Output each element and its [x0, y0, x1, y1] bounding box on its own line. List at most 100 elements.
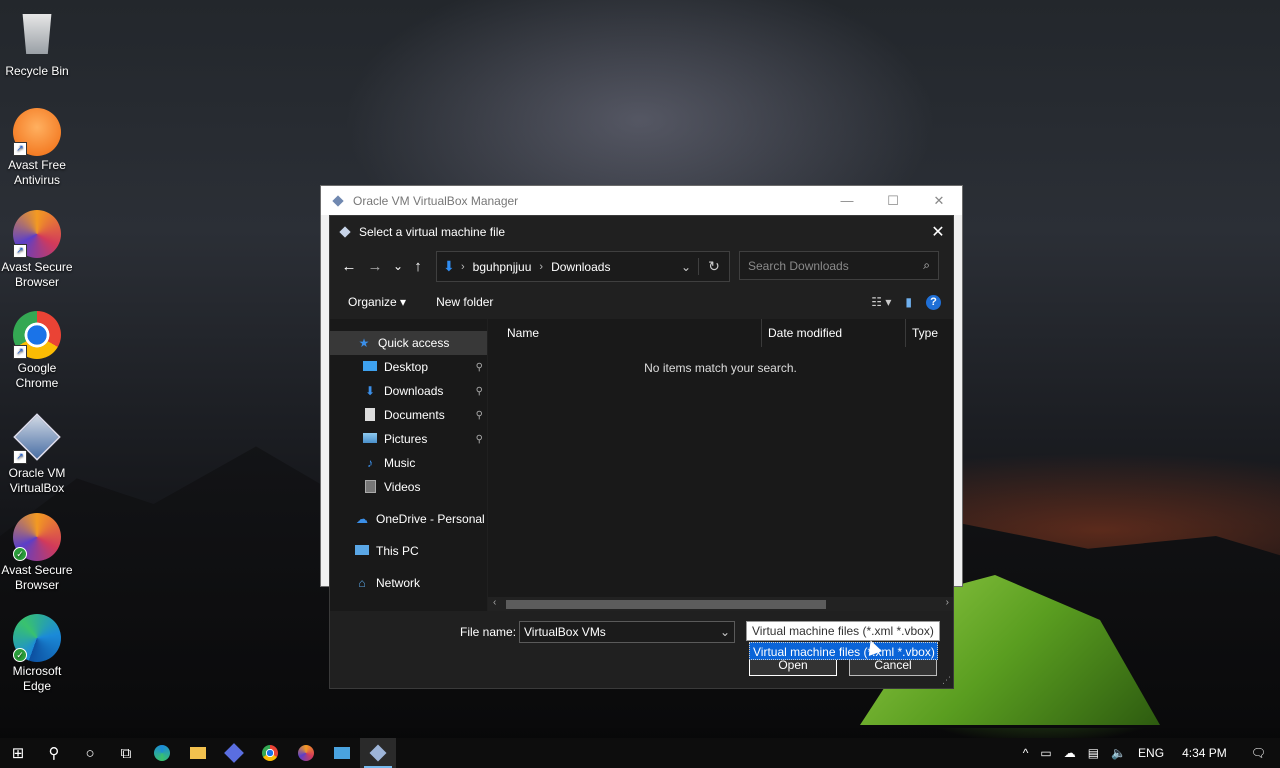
taskbar-virtualbox[interactable] — [360, 738, 396, 768]
address-bar[interactable]: ⬇ › bguhpnjjuu › Downloads ⌄ ↻ — [436, 251, 730, 282]
pin-icon: ⚲ — [475, 361, 483, 373]
search-box[interactable]: Search Downloads ⌕ — [739, 251, 939, 280]
desktop-icon-label: Recycle Bin — [5, 64, 69, 78]
desktop-icon-recycle-bin[interactable]: Recycle Bin — [0, 8, 74, 79]
dialog-footer: File name: VirtualBox VMs ⌄ Virtual mach… — [330, 612, 953, 688]
file-name-value: VirtualBox VMs — [524, 625, 606, 639]
language-indicator[interactable]: ENG — [1138, 746, 1164, 760]
up-icon[interactable]: ↑ — [408, 258, 428, 275]
column-header-date-modified[interactable]: Date modified — [768, 326, 842, 340]
dialog-title: Select a virtual machine file — [359, 224, 506, 239]
column-divider[interactable] — [905, 319, 906, 347]
task-view-icon[interactable]: ⧉ — [108, 738, 144, 768]
desktop-icon-label: Microsoft Edge — [12, 664, 62, 693]
desktop-icon-virtualbox[interactable]: ↗ Oracle VM VirtualBox — [0, 412, 74, 496]
nav-quick-access[interactable]: ★ Quick access — [330, 331, 487, 355]
breadcrumb-separator: › — [461, 260, 465, 273]
recent-locations-icon[interactable]: ⌄ — [388, 259, 408, 273]
meet-now-icon[interactable]: ▭ — [1040, 746, 1051, 760]
maximize-button[interactable]: ☐ — [870, 193, 916, 209]
scroll-left-icon[interactable]: ‹ — [493, 597, 496, 608]
desktop-icon-avast-browser[interactable]: ↗ Avast Secure Browser — [0, 210, 74, 290]
nav-item-music[interactable]: ♪ Music — [330, 451, 487, 475]
volume-muted-icon[interactable]: 🔈 — [1111, 746, 1126, 760]
avast-browser-icon: ↗ — [13, 210, 61, 258]
start-button[interactable]: ⊞ — [0, 738, 36, 768]
virtualbox-icon — [332, 194, 344, 207]
folder-icon — [190, 747, 206, 759]
file-type-select[interactable]: Virtual machine files (*.xml *.vbox) — [746, 621, 940, 641]
nav-item-label: This PC — [376, 544, 419, 558]
notifications-icon[interactable]: 🗨 — [1251, 746, 1266, 760]
taskbar-chrome[interactable] — [252, 738, 288, 768]
address-dropdown-icon[interactable]: ⌄ — [674, 260, 698, 274]
new-folder-button[interactable]: New folder — [436, 295, 493, 309]
cortana-icon[interactable]: ○ — [72, 738, 108, 768]
nav-item-documents[interactable]: Documents ⚲ — [330, 403, 487, 427]
horizontal-scrollbar[interactable]: ‹ › — [488, 597, 953, 611]
nav-item-network[interactable]: ⌂ Network — [330, 571, 487, 595]
breadcrumb-user[interactable]: bguhpnjjuu — [473, 260, 532, 274]
close-icon[interactable]: ✕ — [923, 222, 953, 242]
taskbar-app[interactable] — [216, 738, 252, 768]
network-icon[interactable]: ▤ — [1088, 746, 1099, 760]
virtualbox-icon — [339, 225, 351, 238]
clock[interactable]: 4:34 PM — [1182, 746, 1227, 760]
taskbar-avast-browser[interactable] — [288, 738, 324, 768]
navigation-bar: ← → ⌄ ↑ ⬇ › bguhpnjjuu › Downloads ⌄ ↻ S… — [330, 247, 953, 285]
nav-item-label: Quick access — [378, 336, 450, 350]
desktop-icon-label: Avast Secure Browser — [1, 260, 73, 289]
nav-item-downloads[interactable]: ⬇ Downloads ⚲ — [330, 379, 487, 403]
view-options-icon[interactable]: ☷ ▾ — [871, 295, 891, 309]
show-hidden-icons-icon[interactable]: ^ — [1023, 746, 1029, 760]
organize-button[interactable]: Organize ▾ — [348, 295, 406, 309]
resize-grip-icon[interactable]: ⋰ — [942, 675, 951, 686]
minimize-button[interactable]: — — [824, 193, 870, 209]
file-name-input[interactable]: VirtualBox VMs ⌄ — [519, 621, 735, 643]
taskbar-control-panel[interactable] — [324, 738, 360, 768]
taskbar-file-explorer[interactable] — [180, 738, 216, 768]
file-type-option[interactable]: Virtual machine files (*.xml *.vbox) — [749, 642, 938, 660]
scroll-right-icon[interactable]: › — [946, 597, 949, 608]
desktop-icon-chrome[interactable]: ↗ Google Chrome — [0, 311, 74, 391]
breadcrumb-downloads[interactable]: Downloads — [551, 260, 610, 274]
search-icon[interactable]: ⚲ — [36, 738, 72, 768]
dialog-titlebar: Select a virtual machine file ✕ — [330, 216, 953, 247]
scrollbar-thumb[interactable] — [506, 600, 826, 609]
help-icon[interactable]: ? — [926, 294, 941, 310]
desktop-folder-icon — [362, 360, 378, 374]
avast-browser-icon — [298, 745, 314, 761]
desktop-icon-edge[interactable]: ✓ Microsoft Edge — [0, 614, 74, 694]
nav-item-pictures[interactable]: Pictures ⚲ — [330, 427, 487, 451]
control-panel-icon — [334, 747, 350, 759]
nav-item-label: Network — [376, 576, 421, 590]
preview-pane-icon[interactable]: ▮ — [905, 295, 912, 309]
refresh-icon[interactable]: ↻ — [698, 258, 729, 275]
command-bar: Organize ▾ New folder ☷ ▾ ▮ ? — [330, 285, 953, 319]
nav-item-onedrive[interactable]: ☁ OneDrive - Personal — [330, 507, 487, 531]
back-icon[interactable]: ← — [336, 258, 362, 275]
window-title: Oracle VM VirtualBox Manager — [353, 193, 519, 208]
nav-item-videos[interactable]: Videos — [330, 475, 487, 499]
desktop-icon-label: Avast Free Antivirus — [8, 158, 66, 187]
star-icon: ★ — [358, 336, 370, 350]
nav-item-this-pc[interactable]: This PC — [330, 539, 487, 563]
chrome-icon — [262, 745, 278, 761]
onedrive-icon[interactable]: ☁ — [1064, 746, 1076, 760]
column-header-name[interactable]: Name — [507, 326, 539, 340]
browser-area: ★ Quick access Desktop ⚲ ⬇ Downloads ⚲ D… — [330, 319, 953, 611]
taskbar-edge[interactable] — [144, 738, 180, 768]
column-divider[interactable] — [761, 319, 762, 347]
search-icon: ⌕ — [923, 258, 930, 272]
close-button[interactable]: ✕ — [916, 193, 962, 209]
column-header-type[interactable]: Type — [912, 326, 938, 340]
desktop-icon-avast-antivirus[interactable]: ↗ Avast Free Antivirus — [0, 108, 74, 188]
desktop-icon-label: Google Chrome — [15, 361, 59, 390]
downloads-folder-icon: ⬇ — [443, 258, 455, 274]
column-headers: Name Date modified Type — [488, 319, 953, 347]
pin-icon: ⚲ — [475, 385, 483, 397]
chevron-down-icon[interactable]: ⌄ — [720, 622, 730, 642]
desktop-icon-avast-browser-2[interactable]: ✓ Avast Secure Browser — [0, 513, 74, 593]
forward-icon[interactable]: → — [362, 258, 388, 275]
nav-item-desktop[interactable]: Desktop ⚲ — [330, 355, 487, 379]
